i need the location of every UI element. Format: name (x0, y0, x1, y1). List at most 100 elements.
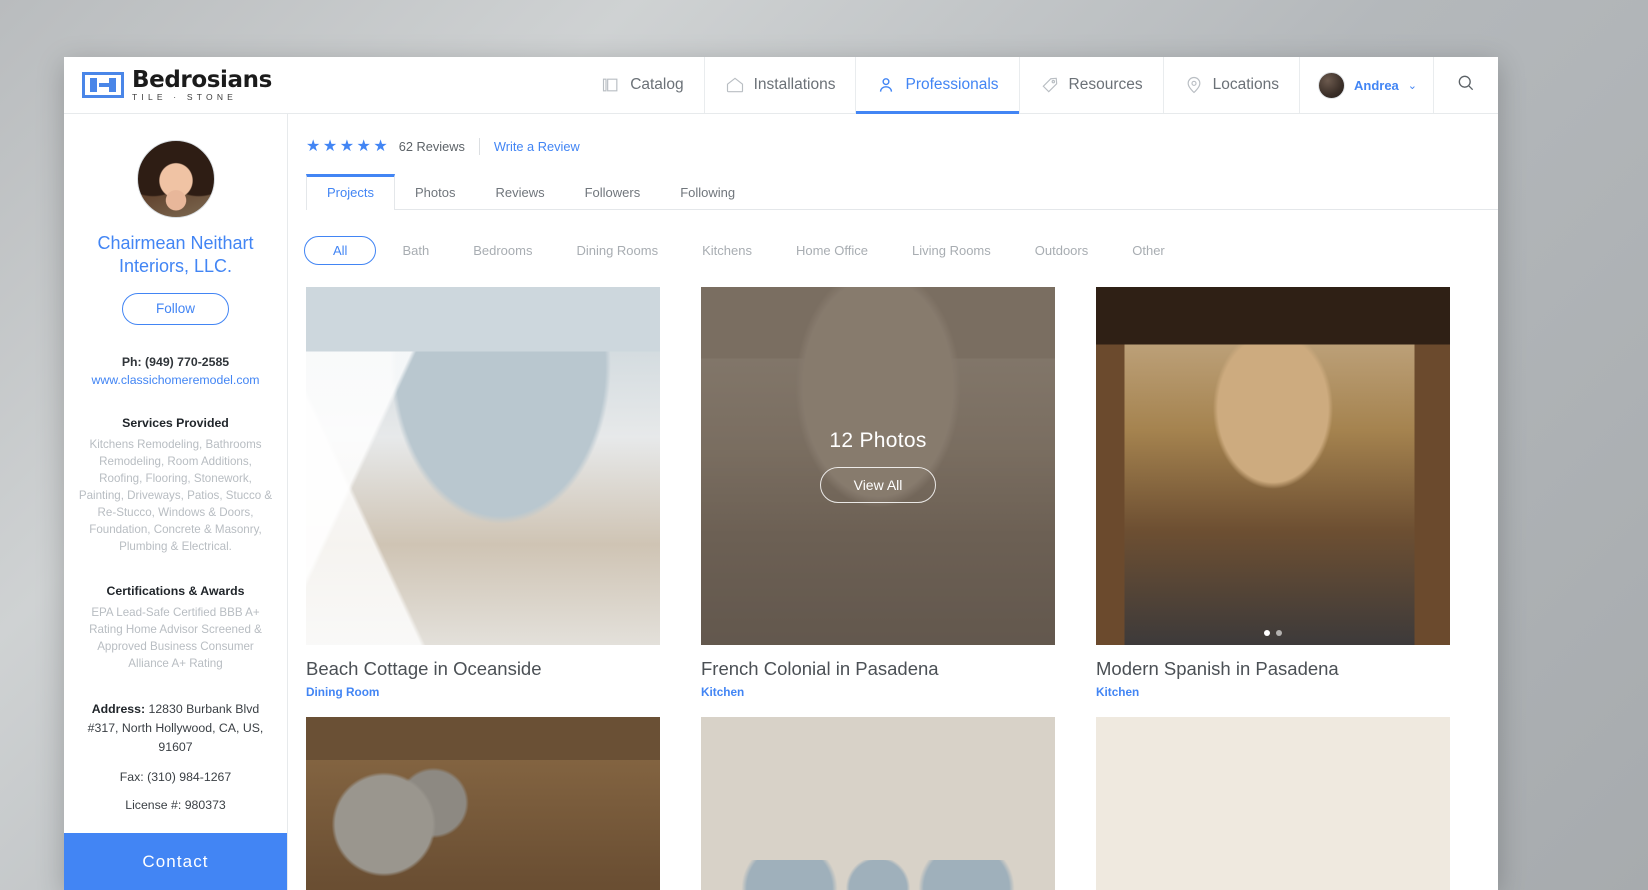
follow-button[interactable]: Follow (122, 293, 229, 326)
category-filters: All Bath Bedrooms Dining Rooms Kitchens … (300, 236, 1498, 265)
bedrosians-logo-icon (82, 72, 124, 98)
project-card: Beach Cottage in Oceanside Dining Room (306, 287, 660, 699)
tab-reviews[interactable]: Reviews (475, 175, 564, 209)
catalog-icon (601, 75, 621, 95)
services-heading: Services Provided (122, 416, 229, 431)
star-icon: ★ (373, 137, 388, 155)
search-button[interactable] (1433, 57, 1498, 113)
project-card (701, 717, 1055, 890)
filter-dining-rooms[interactable]: Dining Rooms (554, 236, 680, 265)
star-icon: ★ (356, 137, 371, 155)
project-room-tag[interactable]: Kitchen (701, 685, 1055, 699)
project-thumbnail[interactable] (306, 717, 660, 890)
brand-tagline: TILE · STONE (132, 91, 238, 102)
map-pin-icon (1184, 75, 1204, 95)
profile-sidebar: Chairmean Neithart Interiors, LLC. Follo… (64, 114, 288, 890)
person-icon (876, 75, 896, 95)
filter-kitchens[interactable]: Kitchens (680, 236, 774, 265)
project-card (1096, 717, 1450, 890)
view-all-button[interactable]: View All (819, 467, 937, 503)
user-name: Andrea (1353, 77, 1399, 93)
nav-label: Resources (1068, 76, 1143, 93)
star-icon: ★ (306, 137, 321, 155)
search-icon (1456, 73, 1476, 98)
filter-living-rooms[interactable]: Living Rooms (890, 236, 1013, 265)
star-icon: ★ (322, 137, 338, 155)
divider (478, 138, 480, 155)
profile-tabs: Projects Photos Reviews Followers Follow… (306, 174, 1498, 210)
nav-label: Catalog (630, 76, 684, 93)
project-grid: Beach Cottage in Oceanside Dining Room 1… (306, 287, 1498, 890)
project-thumbnail[interactable] (701, 717, 1055, 890)
photo-count-overlay: 12 Photos View All (701, 287, 1055, 645)
project-thumbnail[interactable] (306, 287, 660, 645)
project-room-tag[interactable]: Dining Room (306, 685, 660, 699)
photo-count-label: 12 Photos (829, 429, 927, 452)
project-card: Modern Spanish in Pasadena Kitchen (1096, 287, 1450, 699)
project-title[interactable]: Beach Cottage in Oceanside (306, 658, 660, 680)
project-title[interactable]: French Colonial in Pasadena (701, 658, 1055, 680)
carousel-dots (1096, 630, 1450, 636)
star-rating: ★ ★ ★ ★ ★ (306, 137, 388, 155)
tag-icon (1040, 75, 1060, 95)
brand-name: Bedrosians (132, 66, 272, 93)
filter-outdoors[interactable]: Outdoors (1013, 236, 1110, 265)
nav-item-resources[interactable]: Resources (1018, 57, 1163, 113)
filter-home-office[interactable]: Home Office (774, 236, 890, 265)
review-count: 62 Reviews (398, 139, 465, 154)
profile-address: Address: 12830 Burbank Blvd #317, North … (78, 700, 273, 756)
profile-license: License #: 980373 (78, 798, 273, 812)
project-thumbnail[interactable] (1096, 717, 1450, 890)
services-text: Kitchens Remodeling, Bathrooms Remodelin… (78, 438, 273, 554)
write-review-link[interactable]: Write a Review (494, 139, 580, 154)
carousel-dot[interactable] (1264, 630, 1270, 636)
project-card: 12 Photos View All French Colonial in Pa… (701, 287, 1055, 699)
nav-item-professionals[interactable]: Professionals (855, 57, 1019, 114)
certifications-text: EPA Lead-Safe Certified BBB A+ Rating Ho… (89, 606, 262, 671)
license-label: License #: (125, 798, 182, 813)
user-menu[interactable]: Andrea ⌄ (1298, 57, 1433, 113)
carousel-dot[interactable] (1276, 630, 1282, 636)
project-thumbnail[interactable]: 12 Photos View All (701, 287, 1055, 645)
certifications-heading: Certifications & Awards (106, 584, 245, 599)
rating-row: ★ ★ ★ ★ ★ 62 Reviews Write a Review (288, 114, 1498, 155)
profile-phone: Ph: (949) 770-2585 (121, 355, 230, 370)
filter-bath[interactable]: Bath (380, 236, 451, 265)
project-room-tag[interactable]: Kitchen (1096, 685, 1450, 699)
contact-button[interactable]: Contact (64, 833, 287, 890)
profile-website-link[interactable]: www.classichomeremodel.com (78, 373, 273, 387)
nav-label: Locations (1212, 76, 1279, 93)
tab-following[interactable]: Following (660, 175, 755, 209)
nav-label: Installations (753, 76, 836, 93)
tab-followers[interactable]: Followers (565, 175, 661, 209)
star-icon: ★ (339, 137, 355, 155)
top-navigation-bar: Bedrosians TILE · STONE Catalog Installa… (64, 57, 1498, 114)
primary-nav: Catalog Installations Professionals Reso… (581, 57, 1498, 114)
fax-label: Fax: (119, 770, 144, 785)
chevron-down-icon: ⌄ (1407, 79, 1417, 92)
fax-value: (310) 984-1267 (143, 770, 232, 785)
tab-photos[interactable]: Photos (395, 175, 475, 209)
home-icon (725, 75, 745, 95)
filter-other[interactable]: Other (1110, 236, 1187, 265)
profile-fax: Fax: (310) 984-1267 (78, 770, 273, 784)
page-content: Chairmean Neithart Interiors, LLC. Follo… (64, 114, 1498, 890)
brand-logo[interactable]: Bedrosians TILE · STONE (82, 66, 272, 102)
nav-item-locations[interactable]: Locations (1162, 57, 1299, 113)
license-value: 980373 (181, 798, 226, 813)
project-thumbnail[interactable] (1096, 287, 1450, 645)
main-panel: ★ ★ ★ ★ ★ 62 Reviews Write a Review Proj… (288, 114, 1498, 890)
profile-name[interactable]: Chairmean Neithart Interiors, LLC. (78, 232, 273, 278)
project-card (306, 717, 660, 890)
tab-projects[interactable]: Projects (306, 174, 395, 210)
profile-avatar (136, 140, 215, 218)
nav-item-installations[interactable]: Installations (703, 57, 856, 113)
avatar (1317, 71, 1345, 99)
app-window: Bedrosians TILE · STONE Catalog Installa… (64, 57, 1498, 890)
nav-label: Professionals (905, 76, 999, 93)
nav-item-catalog[interactable]: Catalog (581, 57, 703, 113)
project-title[interactable]: Modern Spanish in Pasadena (1096, 658, 1450, 680)
filter-all[interactable]: All (304, 236, 377, 265)
address-label: Address: (91, 702, 146, 717)
filter-bedrooms[interactable]: Bedrooms (451, 236, 554, 265)
